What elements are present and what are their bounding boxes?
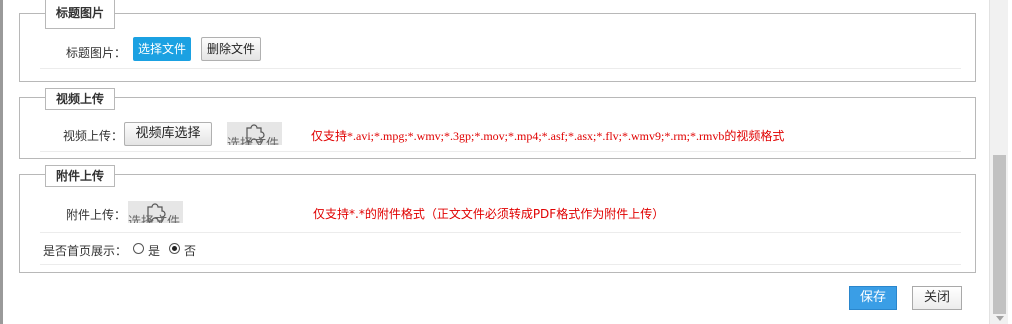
delete-file-button[interactable]: 删除文件 <box>201 37 261 61</box>
video-upload-section: 视频上传 视频上传： 视频库选择 选择文件 仅支持*.avi;*.mpg;*.w… <box>19 88 976 159</box>
vertical-scrollbar[interactable] <box>989 0 1009 324</box>
homepage-yes-radio[interactable] <box>133 243 144 254</box>
scrollbar-thumb[interactable] <box>993 155 1006 314</box>
attachment-format-hint: 仅支持*.*的附件格式（正文文件必须转成PDF格式作为附件上传） <box>313 207 665 221</box>
title-image-divider <box>40 68 961 69</box>
video-upload-label: 视频上传： <box>63 129 124 143</box>
video-upload-legend: 视频上传 <box>45 88 116 110</box>
title-image-legend: 标题图片 <box>45 0 116 29</box>
homepage-yes-label[interactable]: 是 <box>148 242 160 259</box>
select-file-button[interactable]: 选择文件 <box>133 37 191 61</box>
scroll-down-arrow-icon[interactable] <box>996 316 1004 321</box>
video-format-hint: 仅支持*.avi;*.mpg;*.wmv;*.3gp;*.mov;*.mp4;*… <box>311 129 785 143</box>
attachment-upload-section: 附件上传 附件上传： 选择文件 仅支持*.*的附件格式（正文文件必须转成PDF格… <box>19 165 976 273</box>
homepage-divider <box>40 264 961 265</box>
close-button[interactable]: 关闭 <box>912 286 962 310</box>
homepage-no-label[interactable]: 否 <box>184 242 196 259</box>
attachment-plugin-text: 选择文件 <box>128 215 181 223</box>
homepage-display-label: 是否首页展示： <box>43 244 128 258</box>
attachment-upload-label: 附件上传： <box>66 208 127 222</box>
attachment-divider <box>40 232 961 233</box>
upload-form-page: 标题图片 标题图片： 选择文件 删除文件 视频上传 视频上传： 视频库选择 选择… <box>0 0 1012 324</box>
video-plugin-text: 选择文件 <box>227 137 280 145</box>
video-upload-plugin[interactable]: 选择文件 <box>227 122 282 145</box>
title-image-section: 标题图片 标题图片： 选择文件 删除文件 <box>19 0 976 82</box>
attachment-upload-legend: 附件上传 <box>45 165 116 187</box>
window-right-edge <box>1008 0 1012 324</box>
video-upload-divider <box>40 151 961 152</box>
attachment-upload-plugin[interactable]: 选择文件 <box>128 201 183 223</box>
window-left-edge <box>0 0 3 324</box>
homepage-no-radio[interactable] <box>169 243 180 254</box>
title-image-label: 标题图片： <box>66 46 127 60</box>
save-button[interactable]: 保存 <box>849 286 897 310</box>
video-library-button[interactable]: 视频库选择 <box>124 122 212 146</box>
